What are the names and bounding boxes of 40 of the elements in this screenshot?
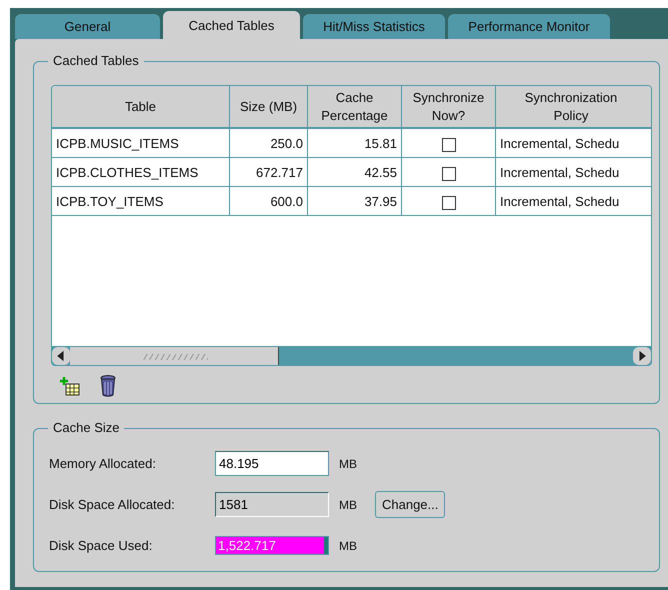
memory-allocated-field[interactable]: 48.195 — [215, 451, 329, 476]
scroll-left-icon[interactable] — [52, 347, 70, 365]
field-label: Disk Space Used: — [49, 538, 154, 553]
checkbox[interactable] — [442, 167, 456, 181]
table-cell-text: Incremental, Schedu — [499, 192, 620, 210]
field-label: Disk Space Allocated: — [49, 497, 176, 512]
column-header[interactable]: Cache Percentage — [308, 86, 402, 127]
table-cell: ICPB.MUSIC_ITEMS — [52, 129, 230, 157]
table-cell-text: Incremental, Schedu — [499, 164, 620, 182]
table-cell: 250.0 — [230, 129, 308, 157]
table-cell-text: Incremental, Schedu — [499, 134, 620, 152]
tab[interactable]: Performance Monitor — [448, 14, 610, 39]
scroll-right-icon[interactable] — [633, 347, 651, 365]
table-cell: ICPB.CLOTHES_ITEMS — [52, 158, 230, 186]
change-button[interactable]: Change... — [375, 491, 446, 518]
table-cell: ICPB.TOY_ITEMS — [52, 187, 230, 215]
field-label: Memory Allocated: — [49, 456, 157, 471]
tab[interactable]: Cached Tables — [163, 11, 300, 39]
scrollbar-thumb[interactable] — [70, 347, 279, 365]
table-cell: 672.717 — [230, 158, 308, 186]
column-header[interactable]: Synchronization Policy — [496, 86, 646, 127]
checkbox[interactable] — [442, 138, 456, 152]
meter-value: 1,522.717 — [218, 538, 276, 554]
checkbox[interactable] — [442, 196, 456, 210]
table-cell: 600.0 — [230, 187, 308, 215]
disk-space-allocated-field[interactable]: 1581 — [215, 492, 329, 517]
table-cell: 15.81 — [308, 129, 402, 157]
horizontal-scrollbar[interactable] — [52, 346, 651, 365]
tab[interactable]: Hit/Miss Statistics — [303, 14, 445, 39]
table-cell: 42.55 — [308, 158, 402, 186]
trash-icon[interactable] — [99, 374, 117, 398]
unit-label: MB — [339, 456, 358, 470]
add-table-icon[interactable] — [59, 375, 81, 397]
tab[interactable]: General — [15, 14, 160, 39]
unit-label: MB — [339, 538, 358, 552]
column-header[interactable]: Size (MB) — [230, 86, 308, 127]
unit-label: MB — [339, 498, 358, 512]
column-header[interactable]: Table — [52, 86, 230, 127]
column-header[interactable]: Synchronize Now? — [402, 86, 496, 127]
table-cell: 37.95 — [308, 187, 402, 215]
